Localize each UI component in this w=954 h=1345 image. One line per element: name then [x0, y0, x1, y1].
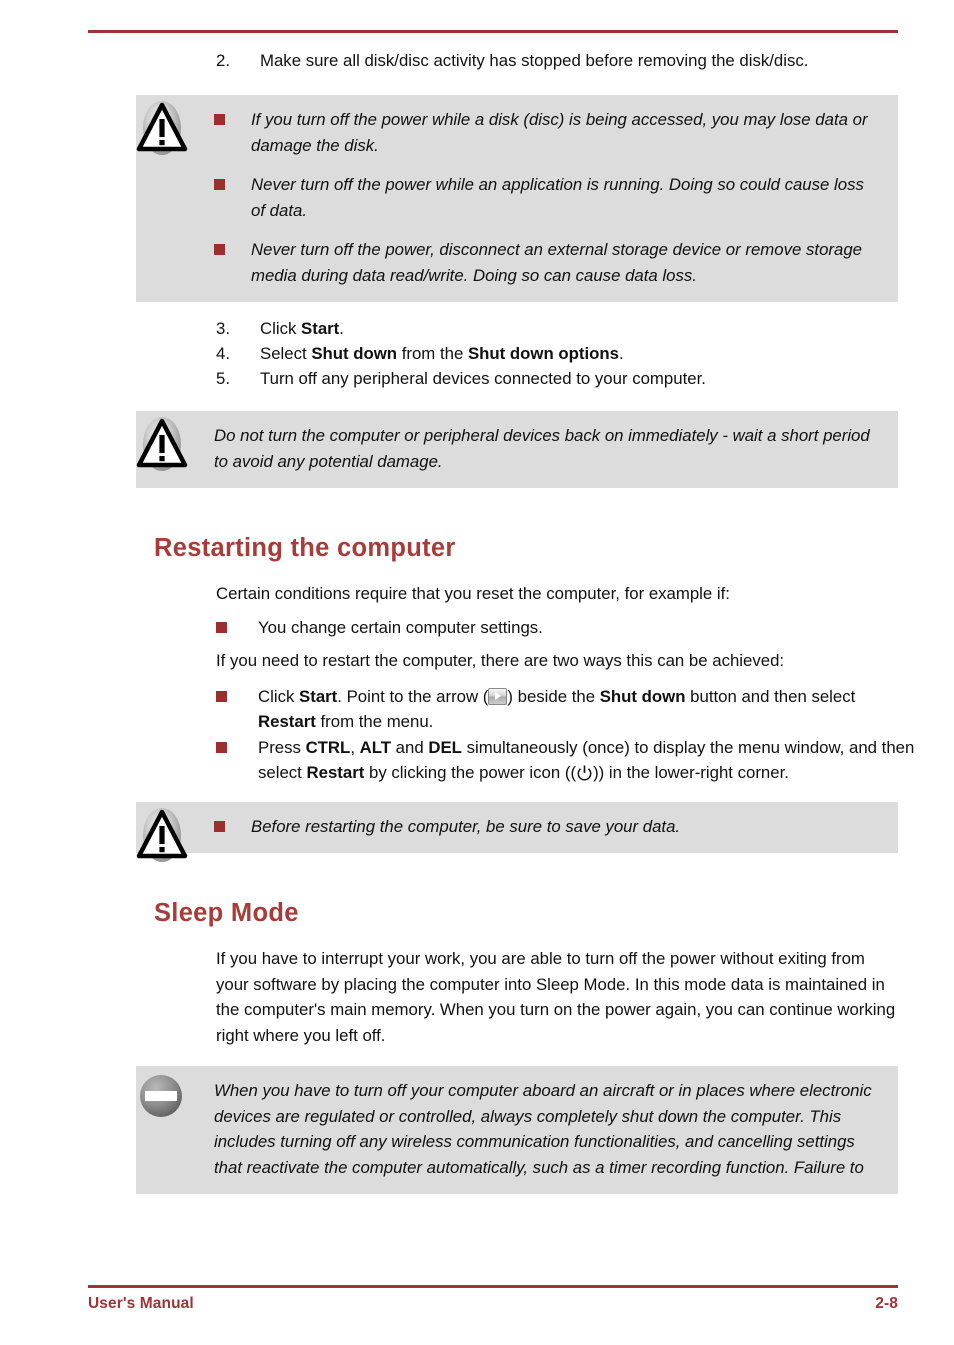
page-footer: User's Manual 2-8 [88, 1295, 898, 1313]
caution-note-1: If you turn off the power while a disk (… [136, 95, 898, 302]
method-1-part-5: from the menu. [315, 712, 434, 731]
header-rule [88, 30, 898, 33]
method-2-bold-ctrl: CTRL [305, 737, 351, 757]
method-2-bold-alt: ALT [359, 737, 392, 757]
method-2-bold-del: DEL [428, 737, 462, 757]
restart-methods-list: Click Start. Point to the arrow ( ) besid… [0, 684, 954, 786]
method-2-part-5: by clicking the power icon (( [364, 763, 577, 782]
step-number: 3. [216, 319, 230, 338]
prohibition-circle-icon [135, 1068, 189, 1130]
square-bullet-icon [214, 244, 225, 255]
step-text: Select Shut down from the Shut down opti… [260, 341, 897, 366]
restart-method-2-text: Press CTRL, ALT and DEL simultaneously (… [258, 735, 916, 786]
method-1-part-2: . Point to the arrow ( [337, 686, 489, 706]
footer-rule [88, 1285, 898, 1288]
section-heading-sleep-mode: Sleep Mode [154, 899, 299, 927]
list-item: 3. Click Start. [0, 316, 954, 341]
list-item: 5. Turn off any peripheral devices conne… [0, 366, 954, 391]
restart-intro-paragraph: Certain conditions require that you rese… [216, 584, 730, 603]
method-1-part-3: ) beside the [507, 686, 600, 706]
method-2-bold-restart: Restart [306, 763, 365, 782]
step-number: 2. [216, 51, 230, 70]
caution-note-2-body: Do not turn the computer or peripheral d… [214, 423, 882, 474]
footer-manual-label: User's Manual [88, 1295, 194, 1312]
step-text-pre: Select [260, 344, 312, 363]
square-bullet-icon [216, 621, 227, 633]
section-heading-restarting: Restarting the computer [154, 534, 456, 562]
restart-method-1-text: Click Start. Point to the arrow ( ) besid… [258, 684, 916, 735]
step-text-bold: Shut down [311, 344, 398, 363]
steps-bottom: 3. Click Start. 4. Select Shut down from… [0, 316, 954, 391]
power-symbol-icon [576, 764, 593, 781]
method-1-bold-restart: Restart [258, 712, 316, 731]
restart-intro-paragraph-2: If you need to restart the computer, the… [216, 651, 785, 670]
caution-note-2-text: Do not turn the computer or peripheral d… [214, 426, 870, 471]
caution-item-text: Never turn off the power, disconnect an … [251, 240, 862, 285]
list-item: Never turn off the power, disconnect an … [214, 237, 882, 288]
square-bullet-icon [214, 114, 225, 125]
square-bullet-icon [214, 820, 225, 832]
caution-note-2: Do not turn the computer or peripheral d… [136, 411, 898, 488]
warning-triangle-icon [135, 97, 189, 159]
step-text-post: . [618, 344, 624, 363]
page-content: 2. Make sure all disk/disc activity has … [0, 48, 954, 1194]
method-2-part-1: Press [258, 737, 306, 757]
caution-note-3-list: Before restarting the computer, be sure … [214, 814, 882, 840]
warning-triangle-icon [135, 413, 189, 475]
list-item: Press CTRL, ALT and DEL simultaneously (… [216, 735, 916, 786]
square-bullet-icon [214, 179, 225, 190]
prohibition-note-text: When you have to turn off your computer … [214, 1081, 872, 1177]
method-1-part-4: button and then select [685, 686, 856, 706]
step-text-bold: Start [301, 319, 340, 338]
caution-note-3: Before restarting the computer, be sure … [136, 801, 898, 862]
step-text-bold-2: Shut down options [467, 344, 619, 363]
document-page: 2. Make sure all disk/disc activity has … [0, 0, 954, 1345]
prohibition-note-body: When you have to turn off your computer … [214, 1078, 882, 1180]
square-bullet-icon [216, 741, 227, 753]
caution-item-text: Never turn off the power while an applic… [251, 175, 864, 220]
restart-condition-text: You change certain computer settings. [258, 617, 543, 637]
caution-note-1-list: If you turn off the power while a disk (… [214, 107, 882, 288]
warning-triangle-icon [135, 804, 189, 866]
step-text: Make sure all disk/disc activity has sto… [260, 51, 809, 70]
caution-item-text: If you turn off the power while a disk (… [251, 110, 868, 155]
caution-note-1-body: If you turn off the power while a disk (… [214, 107, 882, 288]
list-item: 4. Select Shut down from the Shut down o… [0, 341, 954, 366]
restart-condition-list: You change certain computer settings. [0, 615, 954, 641]
caution-item-text: Before restarting the computer, be sure … [251, 816, 681, 836]
step-text: Turn off any peripheral devices connecte… [260, 369, 706, 388]
square-bullet-icon [216, 690, 227, 702]
steps-top: 2. Make sure all disk/disc activity has … [0, 48, 954, 73]
step-number: 5. [216, 369, 230, 388]
prohibition-note: When you have to turn off your computer … [136, 1066, 898, 1194]
list-item: You change certain computer settings. [216, 615, 916, 641]
method-1-bold-shutdown: Shut down [599, 686, 686, 706]
list-item: If you turn off the power while a disk (… [214, 107, 882, 158]
method-2-part-3: and [391, 737, 429, 757]
list-item: Before restarting the computer, be sure … [214, 814, 882, 840]
sleep-intro-paragraph: If you have to interrupt your work, you … [216, 949, 896, 1045]
step-text: Click Start. [260, 316, 897, 341]
method-2-part-2: , [350, 737, 360, 757]
method-1-bold-start: Start [299, 686, 338, 706]
step-text-post: . [339, 319, 344, 338]
arrow-right-button-icon [488, 687, 508, 705]
method-1-part-1: Click [258, 686, 300, 706]
step-number: 4. [216, 344, 230, 363]
step-text-mid: from the [397, 344, 468, 363]
method-2-part-6: )) in the lower-right corner. [593, 763, 789, 782]
footer-page-number: 2-8 [875, 1295, 898, 1312]
list-item: Click Start. Point to the arrow ( ) besid… [216, 684, 916, 735]
step-text-pre: Click [260, 319, 302, 338]
list-item: Never turn off the power while an applic… [214, 172, 882, 223]
list-item: 2. Make sure all disk/disc activity has … [0, 48, 954, 73]
caution-note-3-body: Before restarting the computer, be sure … [214, 814, 882, 840]
